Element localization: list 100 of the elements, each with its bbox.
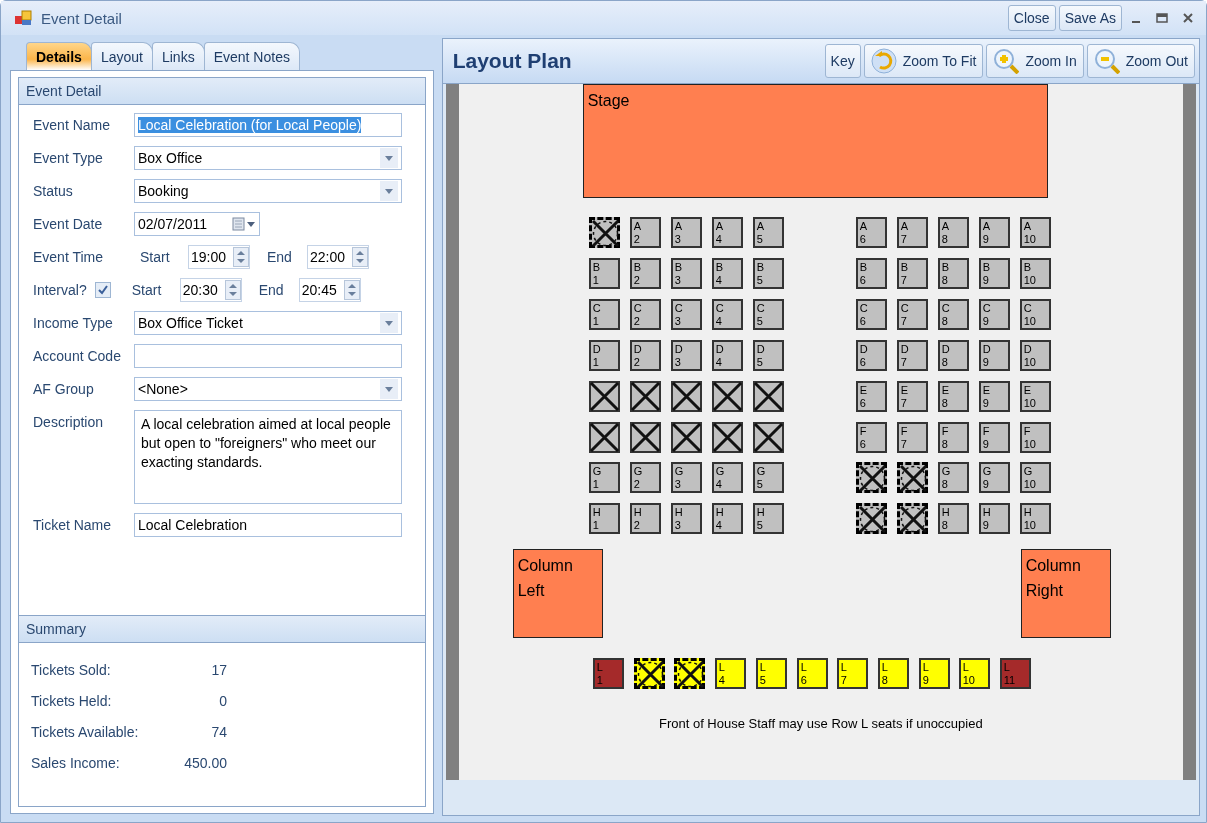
seat[interactable] <box>588 381 620 412</box>
seat[interactable]: L 8 <box>877 658 909 689</box>
seat[interactable]: C 1 <box>588 299 620 330</box>
dropdown-arrow-icon[interactable] <box>385 188 393 194</box>
seat[interactable]: H 9 <box>978 503 1010 534</box>
seat[interactable]: D 4 <box>711 340 743 371</box>
seat[interactable]: D 8 <box>937 340 969 371</box>
seat[interactable]: L 5 <box>755 658 787 689</box>
seat[interactable]: C 6 <box>855 299 887 330</box>
seat[interactable]: B 5 <box>752 258 784 289</box>
spinner-icon[interactable] <box>352 247 368 267</box>
seat[interactable]: E 7 <box>896 381 928 412</box>
seat[interactable]: E 6 <box>855 381 887 412</box>
seat[interactable]: C 3 <box>670 299 702 330</box>
seat[interactable] <box>752 422 784 453</box>
seat[interactable]: B 1 <box>588 258 620 289</box>
seat[interactable]: G 10 <box>1019 462 1051 493</box>
toolbar-button[interactable]: Zoom Out <box>1086 44 1195 78</box>
spinner-icon[interactable] <box>224 280 241 300</box>
seat[interactable]: A 2 <box>629 217 661 248</box>
dropdown[interactable]: Box Office Ticket <box>134 311 402 335</box>
seat[interactable] <box>896 462 928 493</box>
text-field[interactable]: Local Celebration <box>134 513 402 537</box>
seat[interactable] <box>673 658 705 689</box>
seat[interactable] <box>629 381 661 412</box>
seat[interactable]: B 7 <box>896 258 928 289</box>
toolbar-button[interactable]: Zoom To Fit <box>863 44 984 78</box>
seat[interactable]: L 10 <box>958 658 990 689</box>
seat[interactable]: B 8 <box>937 258 969 289</box>
seat[interactable]: A 3 <box>670 217 702 248</box>
seat[interactable]: G 1 <box>588 462 620 493</box>
dropdown-arrow-icon[interactable] <box>385 320 393 326</box>
seat[interactable]: E 9 <box>978 381 1010 412</box>
seat[interactable]: G 4 <box>711 462 743 493</box>
seat[interactable]: D 1 <box>588 340 620 371</box>
seat[interactable]: B 6 <box>855 258 887 289</box>
seat[interactable] <box>855 503 887 534</box>
seat[interactable]: D 7 <box>896 340 928 371</box>
tab[interactable]: Layout <box>90 42 153 70</box>
seat[interactable]: B 2 <box>629 258 661 289</box>
seat[interactable] <box>711 422 743 453</box>
time-field[interactable]: 19:00 <box>188 245 250 269</box>
seat[interactable]: F 6 <box>855 422 887 453</box>
seat[interactable] <box>896 503 928 534</box>
date-picker[interactable]: 02/07/2011 <box>134 212 260 236</box>
seat[interactable] <box>633 658 665 689</box>
seat[interactable]: H 5 <box>752 503 784 534</box>
seat[interactable]: C 2 <box>629 299 661 330</box>
seat[interactable]: C 8 <box>937 299 969 330</box>
dropdown[interactable]: <None> <box>134 377 402 401</box>
seat[interactable]: A 7 <box>896 217 928 248</box>
seat[interactable]: D 6 <box>855 340 887 371</box>
seat[interactable]: H 4 <box>711 503 743 534</box>
seat[interactable]: B 9 <box>978 258 1010 289</box>
spinner-icon[interactable] <box>343 280 360 300</box>
seat[interactable]: C 5 <box>752 299 784 330</box>
seat[interactable]: L 9 <box>918 658 950 689</box>
seat[interactable]: B 3 <box>670 258 702 289</box>
seat[interactable]: H 1 <box>588 503 620 534</box>
seat[interactable] <box>711 381 743 412</box>
seat[interactable]: F 10 <box>1019 422 1051 453</box>
seat[interactable]: L 7 <box>836 658 868 689</box>
seat[interactable]: A 6 <box>855 217 887 248</box>
window-button[interactable]: Close <box>1007 5 1056 31</box>
seat[interactable]: C 7 <box>896 299 928 330</box>
seat[interactable] <box>752 381 784 412</box>
seat[interactable] <box>588 217 620 248</box>
seat[interactable]: C 10 <box>1019 299 1051 330</box>
seat[interactable]: L 4 <box>714 658 746 689</box>
seat[interactable] <box>670 422 702 453</box>
seat[interactable]: L 6 <box>796 658 828 689</box>
seat[interactable] <box>670 381 702 412</box>
seat[interactable]: D 10 <box>1019 340 1051 371</box>
seat[interactable]: F 9 <box>978 422 1010 453</box>
seat[interactable]: F 7 <box>896 422 928 453</box>
seat[interactable]: H 2 <box>629 503 661 534</box>
seat[interactable]: H 8 <box>937 503 969 534</box>
seat[interactable]: H 10 <box>1019 503 1051 534</box>
seat[interactable]: A 5 <box>752 217 784 248</box>
dropdown-arrow-icon[interactable] <box>385 386 393 392</box>
seat[interactable]: D 5 <box>752 340 784 371</box>
text-area[interactable]: A local celebration aimed at local people but open to "foreigners" who meet our exacting standards. <box>134 410 402 504</box>
seat[interactable]: E 10 <box>1019 381 1051 412</box>
seat[interactable] <box>629 422 661 453</box>
checkbox[interactable] <box>94 282 111 298</box>
time-field[interactable]: 20:45 <box>298 278 361 302</box>
seat[interactable]: G 3 <box>670 462 702 493</box>
window-button[interactable]: Save As <box>1058 5 1122 31</box>
seat[interactable]: B 10 <box>1019 258 1051 289</box>
seat[interactable]: D 3 <box>670 340 702 371</box>
seat[interactable]: A 4 <box>711 217 743 248</box>
seat[interactable]: F 8 <box>937 422 969 453</box>
seat[interactable]: C 4 <box>711 299 743 330</box>
seat[interactable] <box>855 462 887 493</box>
spinner-icon[interactable] <box>233 247 249 267</box>
seat[interactable] <box>588 422 620 453</box>
tab[interactable]: Links <box>151 42 205 70</box>
calendar-icon[interactable] <box>232 217 256 231</box>
seat[interactable]: C 9 <box>978 299 1010 330</box>
time-field[interactable]: 20:30 <box>179 278 242 302</box>
